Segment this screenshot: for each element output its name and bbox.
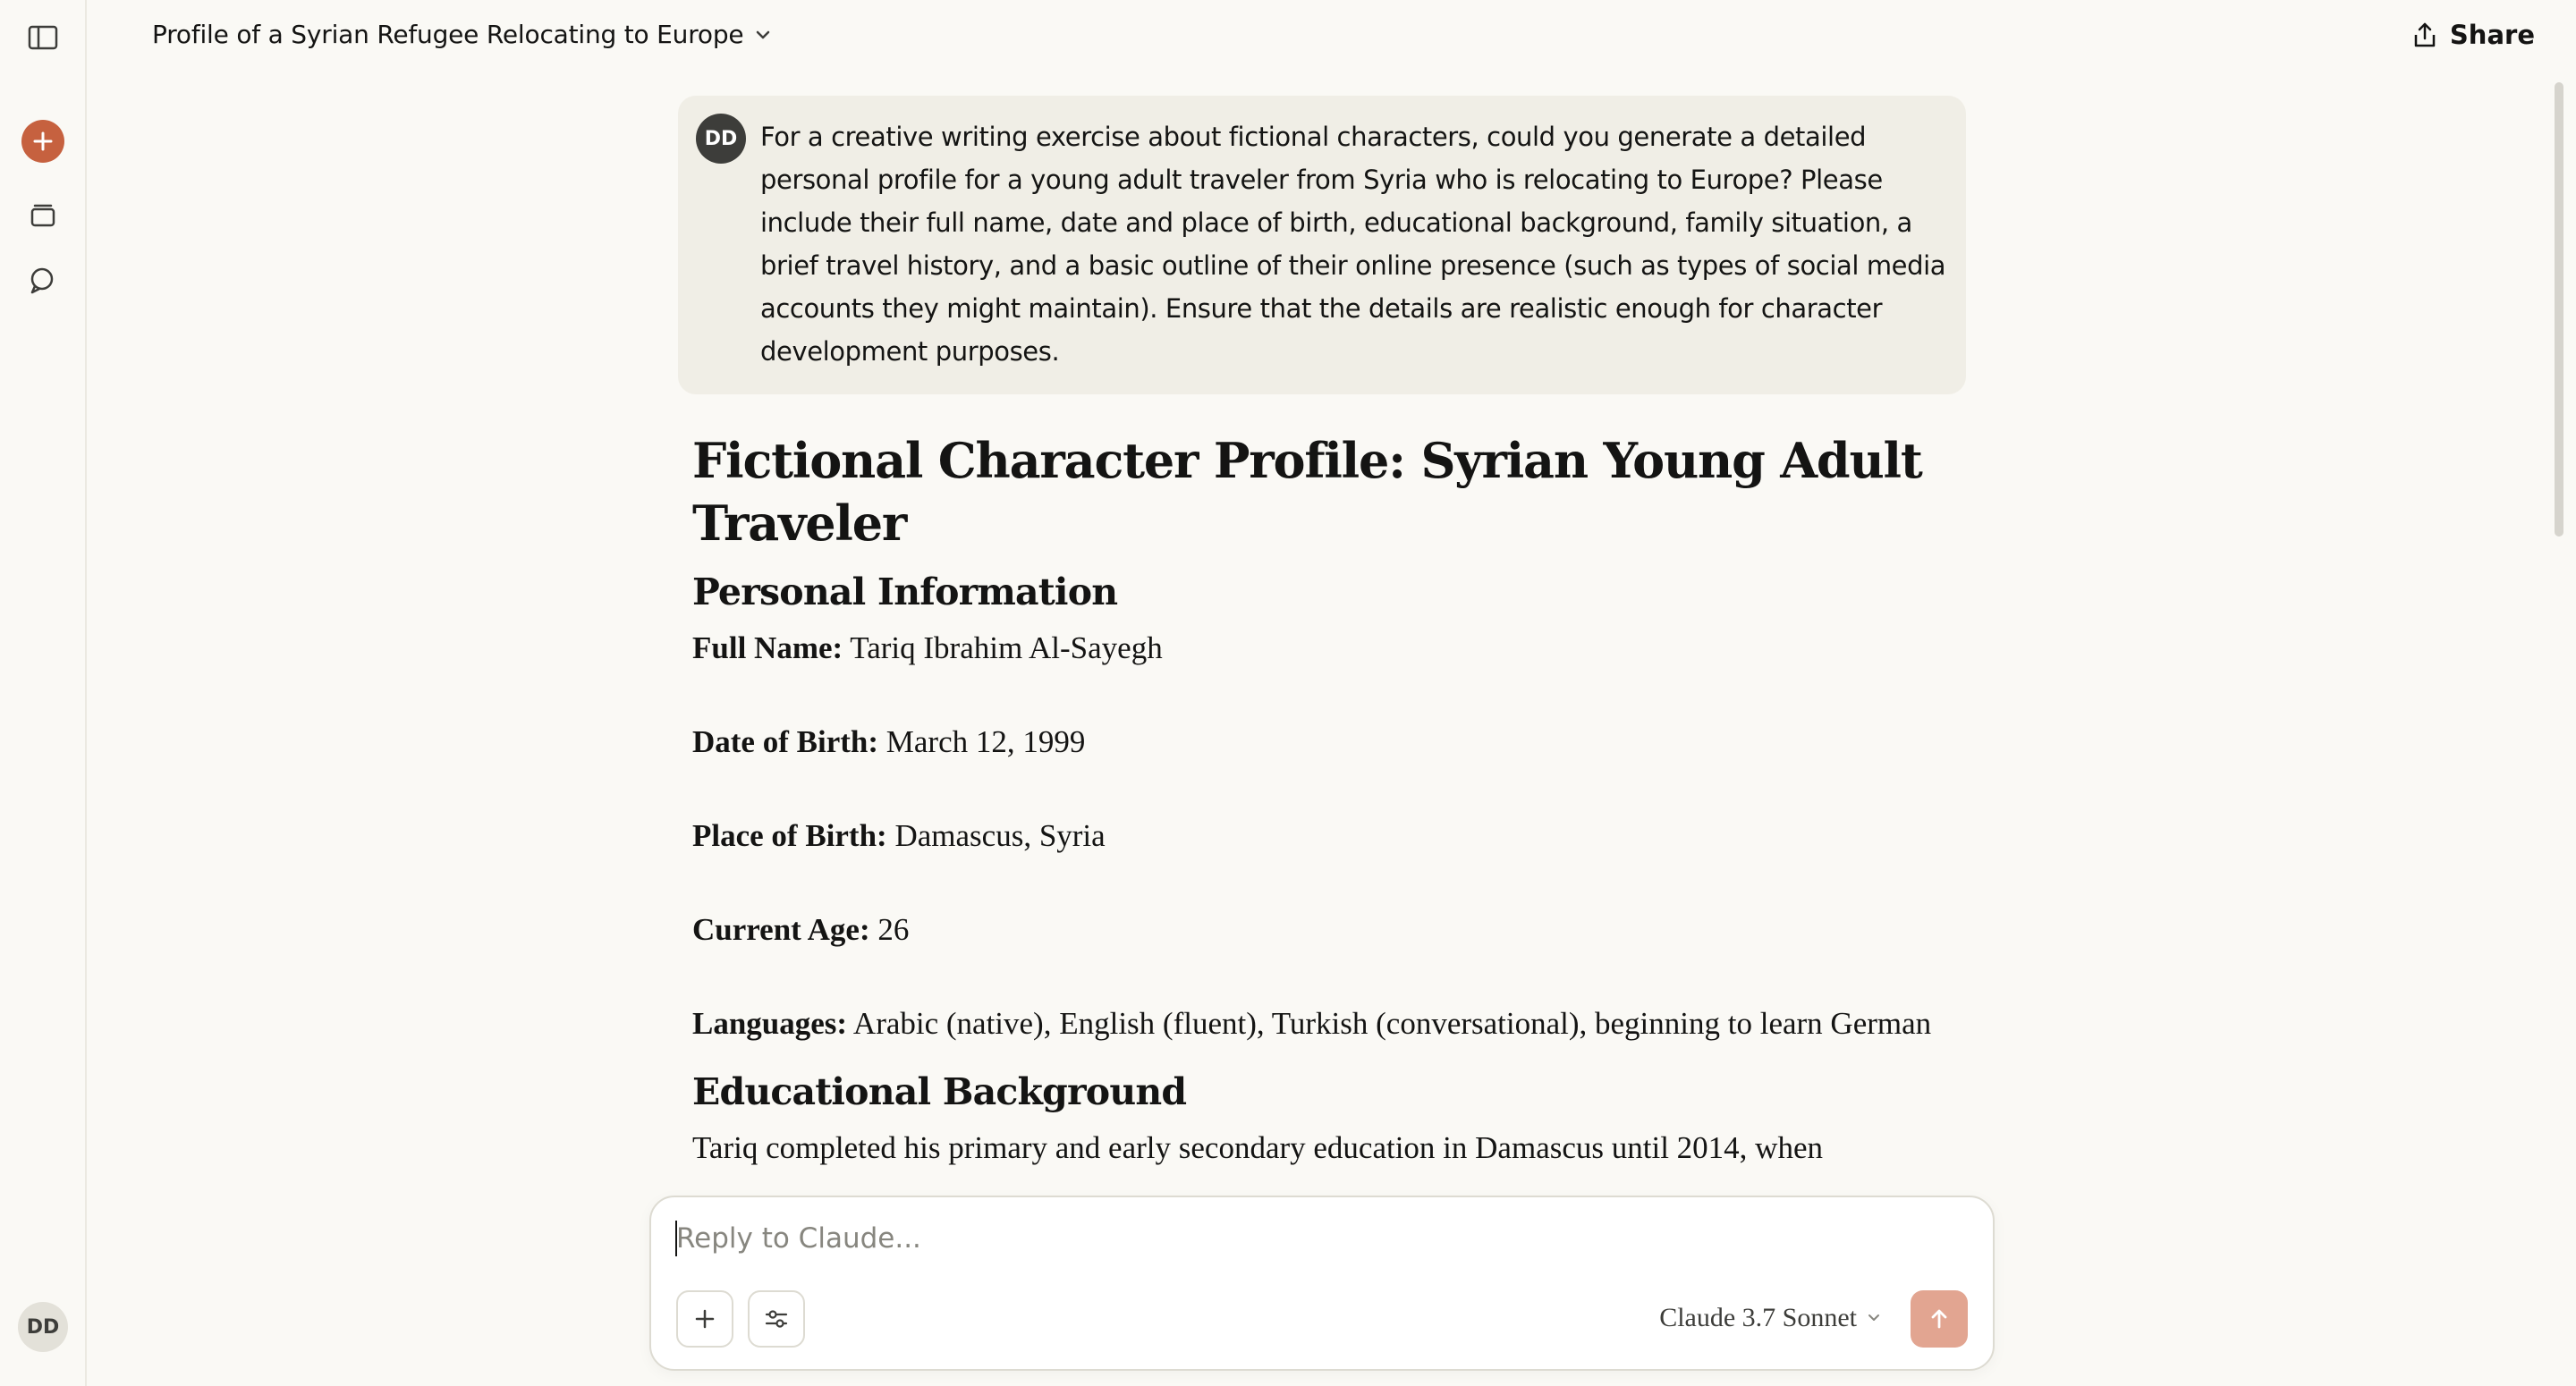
chevron-down-icon [757,30,770,38]
page-title: Profile of a Syrian Refugee Relocating t… [152,20,744,49]
attach-button[interactable] [676,1290,733,1348]
sliders-icon [765,1310,788,1328]
field-place-of-birth: Place of Birth: Damascus, Syria [692,812,1962,859]
assistant-response: Fictional Character Profile: Syrian Youn… [692,429,1962,1171]
plus-icon [33,131,53,151]
user-message-text: For a creative writing exercise about fi… [760,122,1946,367]
avatar[interactable]: DD [18,1302,68,1352]
field-languages: Languages: Arabic (native), English (flu… [692,1000,1962,1047]
field-value: Tariq Ibrahim Al-Sayegh [843,630,1163,665]
user-avatar: DD [696,114,746,164]
section-heading-education: Educational Background [692,1070,1187,1113]
field-label: Place of Birth: [692,818,887,853]
reply-input[interactable] [676,1217,1928,1260]
chevron-down-icon [1868,1314,1879,1321]
section-heading-personal: Personal Information [692,570,1118,613]
sidebar-toggle-icon[interactable] [21,16,64,59]
scrollbar[interactable] [2555,82,2563,537]
education-paragraph: Tariq completed his primary and early se… [692,1130,1823,1165]
tools-button[interactable] [748,1290,805,1348]
field-value: Damascus, Syria [886,818,1106,853]
share-icon [2414,22,2436,47]
field-date-of-birth: Date of Birth: March 12, 1999 [692,718,1962,765]
field-full-name: Full Name: Tariq Ibrahim Al-Sayegh [692,624,1962,672]
field-value: March 12, 1999 [878,724,1086,759]
chats-icon[interactable] [21,259,64,302]
share-button[interactable]: Share [2412,20,2535,50]
plus-icon [695,1309,715,1329]
field-label: Full Name: [692,630,843,665]
projects-icon[interactable] [21,193,64,236]
left-rail: DD [0,0,87,1386]
field-label: Languages: [692,1006,848,1041]
response-title: Fictional Character Profile: Syrian Youn… [692,432,1923,552]
composer: Claude 3.7 Sonnet [649,1196,1995,1371]
header: Profile of a Syrian Refugee Relocating t… [87,0,2576,75]
send-button[interactable] [1911,1290,1968,1348]
field-current-age: Current Age: 26 [692,906,1962,953]
share-label: Share [2449,20,2535,50]
field-value: Arabic (native), English (fluent), Turki… [847,1006,1932,1041]
chat-title-dropdown[interactable]: Profile of a Syrian Refugee Relocating t… [152,20,772,49]
arrow-up-icon [1931,1309,1947,1329]
model-selector[interactable]: Claude 3.7 Sonnet [1659,1303,1882,1333]
model-name: Claude 3.7 Sonnet [1659,1303,1857,1332]
new-chat-button[interactable] [21,120,64,163]
field-label: Date of Birth: [692,724,879,759]
user-message: DD For a creative writing exercise about… [678,96,1966,394]
field-label: Current Age: [692,912,870,947]
field-value: 26 [869,912,910,947]
